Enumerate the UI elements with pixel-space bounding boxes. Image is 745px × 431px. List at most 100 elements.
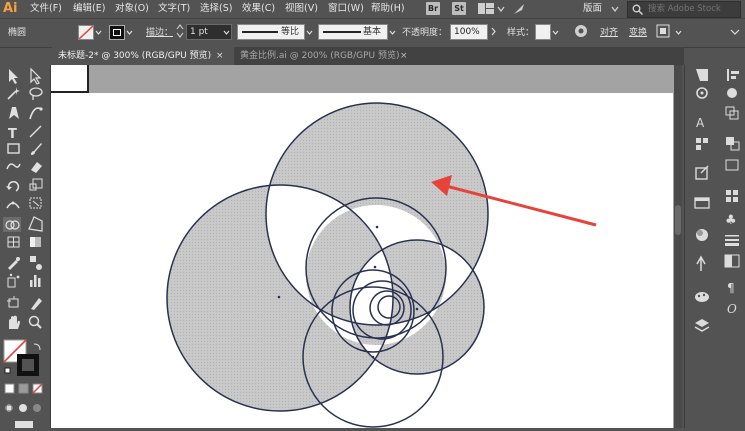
- close-icon[interactable]: ×: [400, 47, 408, 65]
- export-icon[interactable]: [695, 165, 709, 180]
- default-fill-stroke-icon[interactable]: [4, 367, 11, 374]
- draw-behind-icon[interactable]: [19, 404, 27, 412]
- stroke-color-swatch[interactable]: [109, 25, 125, 40]
- chevron-right-icon[interactable]: [490, 27, 497, 36]
- menu-type[interactable]: 文字(T): [158, 0, 190, 18]
- rectangle-icon[interactable]: [7, 143, 20, 154]
- artboard-icon[interactable]: [7, 296, 19, 308]
- opacity-label[interactable]: 不透明度：: [402, 27, 447, 39]
- perspective-grid-icon[interactable]: [28, 216, 43, 232]
- direct-selection-icon[interactable]: [30, 67, 42, 85]
- menu-file[interactable]: 文件(F): [30, 0, 62, 18]
- draw-normal-icon[interactable]: [5, 404, 13, 412]
- graphic-styles-icon[interactable]: [726, 190, 738, 202]
- layers-icon[interactable]: [694, 319, 710, 332]
- tab-golden-ratio[interactable]: 黄金比例.ai @ 200% (RGB/GPU 预览) ×: [234, 47, 416, 65]
- opacity-field[interactable]: 100%: [450, 24, 488, 40]
- stroke-swatch[interactable]: [17, 354, 39, 376]
- rotate-icon[interactable]: [6, 180, 20, 192]
- recolor-artwork-icon[interactable]: [574, 24, 588, 38]
- color-guide-icon[interactable]: [696, 87, 708, 99]
- gpu-performance-icon[interactable]: [512, 2, 526, 16]
- menu-edit[interactable]: 编辑(E): [73, 0, 105, 18]
- mesh-icon[interactable]: [7, 236, 20, 248]
- arrange-documents-icon[interactable]: [478, 3, 494, 14]
- eyedropper-icon[interactable]: [8, 257, 20, 270]
- menu-view[interactable]: 视图(V): [285, 0, 318, 18]
- type-panel-icon[interactable]: A: [696, 116, 705, 130]
- width-icon[interactable]: [6, 201, 20, 209]
- isolate-object-icon[interactable]: [656, 24, 670, 38]
- bridge-button[interactable]: Br: [426, 2, 440, 15]
- chevron-down-icon[interactable]: [223, 28, 230, 35]
- column-graph-icon[interactable]: [30, 275, 41, 287]
- chevron-down-icon[interactable]: [552, 28, 559, 35]
- transparency-icon[interactable]: [724, 254, 740, 268]
- free-transform-icon[interactable]: [29, 197, 42, 209]
- tab-untitled-2[interactable]: 未标题-2* @ 300% (RGB/GPU 预览) ×: [52, 47, 234, 65]
- chevron-down-icon[interactable]: [95, 28, 102, 35]
- search-input[interactable]: [648, 2, 738, 15]
- magic-wand-icon[interactable]: [7, 87, 20, 100]
- menu-help[interactable]: 帮助(H): [371, 0, 405, 18]
- graphic-style-swatch[interactable]: [535, 24, 551, 40]
- stroke-label[interactable]: 描边：: [146, 27, 173, 39]
- vertical-scrollbar[interactable]: [674, 65, 682, 428]
- stock-search-box[interactable]: [627, 1, 741, 18]
- scale-icon[interactable]: [29, 178, 43, 191]
- pathfinder-icon[interactable]: [726, 137, 740, 151]
- transform-button[interactable]: 变换: [629, 27, 647, 39]
- chevron-down-icon[interactable]: [611, 5, 619, 13]
- close-icon[interactable]: ×: [216, 47, 224, 65]
- swatches-icon[interactable]: [694, 197, 710, 209]
- screen-mode-icon[interactable]: [15, 421, 33, 428]
- symbol-sprayer-icon[interactable]: [7, 273, 20, 288]
- chevron-down-icon[interactable]: [675, 28, 682, 35]
- align-button[interactable]: 对齐: [600, 27, 618, 39]
- blend-icon[interactable]: [30, 256, 42, 270]
- menu-window[interactable]: 窗口(W): [328, 0, 364, 18]
- gradient-icon[interactable]: [30, 237, 41, 247]
- artboards-panel-icon[interactable]: [725, 159, 739, 171]
- pen-icon[interactable]: [9, 107, 19, 119]
- symbols-icon[interactable]: [696, 229, 708, 241]
- chevron-down-icon[interactable]: [389, 28, 396, 35]
- align-panel-icon[interactable]: [727, 69, 739, 81]
- artwork-svg[interactable]: [51, 65, 682, 428]
- menu-effect[interactable]: 效果(C): [242, 0, 275, 18]
- canvas-area[interactable]: [51, 65, 682, 428]
- lasso-icon[interactable]: [29, 87, 43, 100]
- eraser-icon[interactable]: [31, 162, 42, 173]
- libraries-icon[interactable]: [696, 69, 708, 81]
- paragraph-icon[interactable]: ¶: [727, 281, 735, 295]
- shape-builder-icon[interactable]: [3, 217, 21, 232]
- menu-object[interactable]: 对象(O): [115, 0, 149, 18]
- variable-width-profile[interactable]: 等比: [237, 24, 305, 40]
- none-mode-icon[interactable]: [32, 383, 43, 394]
- chevron-down-icon[interactable]: [497, 5, 505, 13]
- panel-menu-icon[interactable]: [730, 27, 740, 37]
- type-icon[interactable]: T: [8, 127, 17, 142]
- color-mode-icon[interactable]: [4, 383, 15, 394]
- opentype-icon[interactable]: O: [727, 302, 737, 316]
- chevron-down-icon[interactable]: [306, 28, 313, 35]
- hand-icon[interactable]: [9, 315, 20, 329]
- fill-color-swatch[interactable]: [78, 25, 94, 40]
- stroke-weight-stepper-icon[interactable]: [176, 24, 184, 38]
- stock-button[interactable]: St: [452, 2, 466, 15]
- chevron-down-icon[interactable]: [126, 28, 133, 35]
- gradient-mode-icon[interactable]: [18, 383, 29, 394]
- stroke-panel-icon[interactable]: [696, 255, 706, 271]
- swap-fill-stroke-icon[interactable]: [33, 343, 41, 351]
- paintbrush-icon[interactable]: [31, 143, 42, 155]
- brush-definition[interactable]: 基本: [318, 24, 388, 40]
- transform-panel-icon[interactable]: [725, 106, 739, 120]
- shaper-icon[interactable]: [6, 163, 21, 170]
- stroke-lines-icon[interactable]: [725, 235, 739, 246]
- menu-select[interactable]: 选择(S): [200, 0, 232, 18]
- slice-icon[interactable]: [31, 298, 42, 310]
- draw-inside-icon[interactable]: [33, 404, 41, 412]
- workspace-switcher[interactable]: 版面: [583, 0, 602, 18]
- club-symbol-icon[interactable]: ♣: [725, 213, 737, 228]
- brightness-icon[interactable]: [727, 88, 737, 98]
